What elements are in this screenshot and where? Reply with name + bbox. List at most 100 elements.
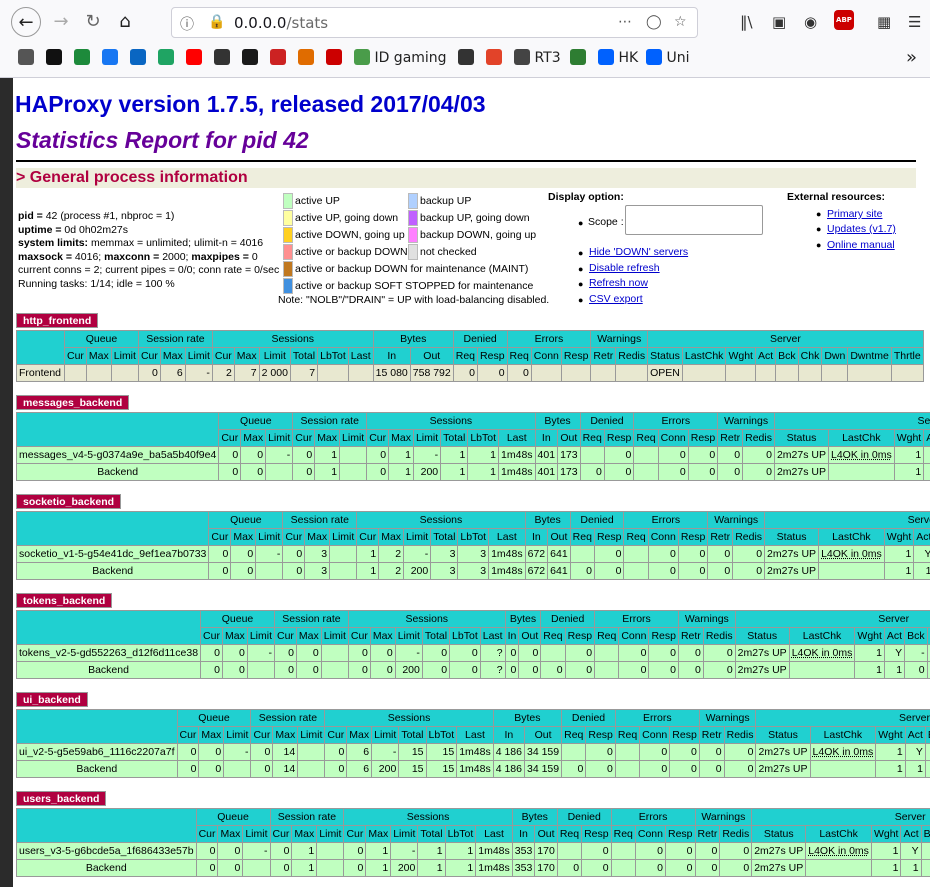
header-col-in: In (492, 726, 525, 744)
info-icon[interactable]: ⓘ (180, 14, 194, 34)
bmw-icon (570, 49, 586, 65)
stat-cell (725, 364, 756, 382)
bookmark-item[interactable] (298, 48, 314, 68)
general-info-header: > General process information (16, 168, 916, 188)
stat-cell: 0 (343, 842, 367, 860)
adblock-icon[interactable]: ABP (834, 10, 854, 30)
idgaming-icon (354, 49, 370, 65)
stat-cell: 0 (694, 842, 721, 860)
extensions-icon[interactable]: ▦ (877, 13, 891, 31)
header-group-queue: Queue (176, 709, 252, 727)
header-col-cur: Cur (250, 726, 274, 744)
menu-icon[interactable]: ☰ (908, 13, 921, 31)
refresh-now-link[interactable]: Refresh now (589, 277, 648, 289)
stat-cell: 0 (585, 760, 616, 778)
stat-cell: 0 (639, 760, 671, 778)
bookmarks-overflow-icon[interactable]: » (906, 48, 917, 68)
csv-export-link[interactable]: CSV export (589, 293, 643, 305)
proxy-title[interactable]: socketio_backend (16, 494, 122, 509)
stat-cell: 0 (195, 859, 219, 877)
page-actions-icon[interactable]: ⋯ (618, 14, 632, 30)
header-col-retr: Retr (590, 347, 617, 365)
stat-cell (847, 364, 892, 382)
hide-down-link[interactable]: Hide 'DOWN' servers (589, 246, 688, 258)
backend-row: Backend 0 0 0 1 0 1 200 1 1 1m48s 401 173 0 0 0 0 0 0 2m27s… (15, 463, 930, 481)
account-icon[interactable]: ◉ (804, 13, 817, 31)
header-col-chk: Chk (797, 347, 823, 365)
proxy-stats-table: Queue Session rate Sessions Bytes Denied Erro… (16, 709, 930, 778)
header-col-lbtot: LbTot (457, 528, 490, 546)
sidebar-icon[interactable]: ▣ (772, 13, 786, 31)
pocket-icon[interactable]: ◯ (646, 14, 662, 30)
legend-label: backup UP (420, 195, 472, 207)
primary-site-link[interactable]: Primary site (827, 208, 882, 220)
bookmark-item[interactable] (242, 48, 258, 68)
server-row: tokens_v2-5-gd552263_d12f6d11ce38 0 0-0 0 0 0… (15, 644, 930, 662)
bookmark-star-icon[interactable]: ☆ (674, 14, 687, 30)
bookmark-item[interactable] (74, 48, 90, 68)
bookmark-item[interactable]: RT3 (514, 48, 561, 68)
online-manual-link[interactable]: Online manual (827, 239, 895, 251)
bookmark-item[interactable] (158, 48, 174, 68)
page-title: HAProxy version 1.7.5, released 2017/04/… (15, 91, 486, 117)
bookmark-item[interactable] (46, 48, 62, 68)
bookmark-item[interactable]: Uni (646, 48, 689, 68)
bookmark-item[interactable] (458, 48, 474, 68)
proxy-title[interactable]: ui_backend (16, 692, 88, 707)
bookmark-item[interactable] (326, 48, 342, 68)
stat-cell: 0 (618, 661, 650, 679)
bookmark-item[interactable] (130, 48, 146, 68)
stat-cell: 0 (732, 562, 766, 580)
scope-input[interactable] (625, 205, 763, 235)
back-button[interactable]: ← (11, 7, 41, 37)
header-col-req: Req (610, 825, 636, 843)
proxy-title[interactable]: tokens_backend (16, 593, 113, 608)
library-icon[interactable]: ‖\ (740, 13, 753, 31)
stat-cell: 173 (557, 463, 581, 481)
bookmark-item[interactable] (486, 48, 502, 68)
header-col-max: Max (295, 627, 322, 645)
header-col-in: In (524, 528, 549, 546)
stat-cell (615, 364, 649, 382)
proxy-title[interactable]: messages_backend (16, 395, 130, 410)
stat-cell: 2m27s UP (764, 545, 820, 563)
header-col-act: Act (923, 429, 930, 447)
stat-cell: 0 (603, 446, 635, 464)
header-col-dwn: Dwn (821, 347, 849, 365)
url-text[interactable]: 0.0.0.0/stats (234, 14, 328, 32)
bookmark-item[interactable] (102, 48, 118, 68)
stat-cell: 0 (369, 644, 396, 662)
updates-link[interactable]: Updates (v1.7) (827, 223, 896, 235)
home-button[interactable]: ⌂ (110, 7, 140, 37)
stat-cell: - (920, 842, 930, 860)
stat-cell: 0 (581, 859, 612, 877)
reload-button[interactable]: ↻ (78, 7, 108, 37)
bookmark-item[interactable] (570, 48, 586, 68)
forward-button[interactable]: → (46, 7, 76, 37)
insecure-lock-icon[interactable]: 🔒 (208, 14, 225, 30)
stat-cell: 2m27s UP (773, 446, 830, 464)
header-group-sessions: Sessions (356, 511, 526, 529)
stat-cell: 0 (920, 859, 930, 877)
proxy-title[interactable]: http_frontend (16, 313, 99, 328)
header-col-total: Total (417, 825, 446, 843)
stat-cell: 200 (412, 463, 442, 481)
header-groups-row: Queue Session rate Sessions Bytes Denied Erro… (15, 511, 930, 546)
bookmark-item[interactable]: HK (598, 48, 638, 68)
header-col-conn: Conn (657, 429, 689, 447)
proxy-title[interactable]: users_backend (16, 791, 107, 806)
url-bar[interactable]: ⓘ 🔒 0.0.0.0/stats ⋯ ◯ ☆ (171, 7, 698, 38)
bookmark-item[interactable] (186, 48, 202, 68)
header-groups-row: Queue Session rate Sessions Bytes Denied Erro… (15, 610, 930, 645)
row-name: ui_v2-5-g5e59ab6_1116c2207a7f (16, 743, 178, 761)
stat-cell: 0 (647, 562, 679, 580)
bookmark-item[interactable]: ID gaming (354, 48, 447, 68)
disable-refresh-link[interactable]: Disable refresh (589, 262, 660, 274)
bookmark-item[interactable] (270, 48, 286, 68)
header-group-denied: Denied (579, 412, 635, 430)
bookmark-item[interactable] (18, 48, 34, 68)
stat-cell: 2m27s UP (751, 842, 807, 860)
bookmark-item[interactable] (214, 48, 230, 68)
stat-cell: 672 (524, 545, 549, 563)
stat-cell: 1 (870, 842, 902, 860)
